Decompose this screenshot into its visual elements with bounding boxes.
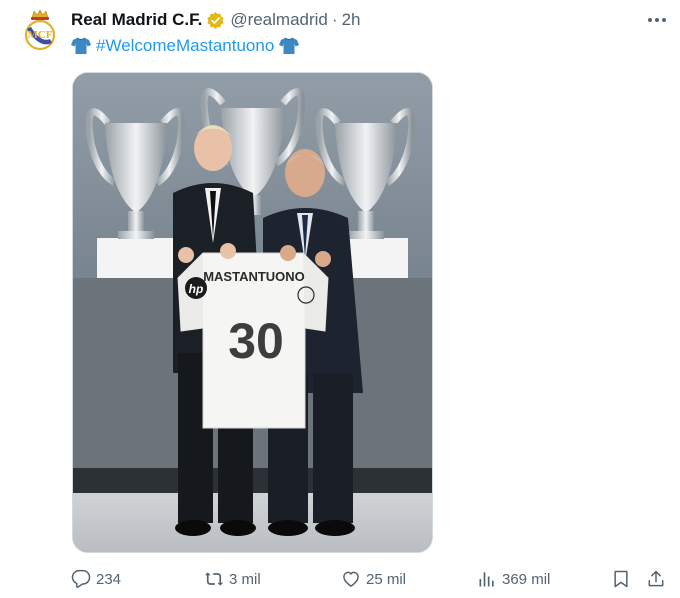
view-count: 369 mil [502,570,551,588]
analytics-icon [479,572,494,587]
tshirt-emoji-icon [71,37,91,55]
heart-icon [343,571,359,587]
tweet-text: #WelcomeMastantuono [71,35,300,57]
handle[interactable]: @realmadrid [230,10,328,30]
photo-illustration: MASTANTUONO hp 30 [73,73,432,552]
tweet-actions: 234 3 mil 25 mil 369 mil [0,566,680,592]
tweet: MCF Real Madrid C.F. @realmadrid · 2h #W… [0,0,680,598]
bookmark-button[interactable] [611,566,631,592]
repost-button[interactable]: 3 mil [204,566,261,592]
like-count: 25 mil [366,570,407,588]
display-name[interactable]: Real Madrid C.F. [71,10,202,30]
share-button[interactable] [646,566,666,592]
views-button[interactable]: 369 mil [477,566,550,592]
avatar[interactable]: MCF [20,8,60,52]
like-button[interactable]: 25 mil [341,566,406,592]
separator-dot: · [331,10,338,29]
sponsor-logo: hp [189,282,204,296]
tweet-photo[interactable]: MASTANTUONO hp 30 [72,72,433,553]
svg-text:MCF: MCF [27,29,52,41]
reply-button[interactable]: 234 [71,566,121,592]
real-madrid-crest-icon: MCF [24,9,56,51]
repost-icon [204,572,224,586]
more-dot [648,18,652,22]
more-dot [662,18,666,22]
more-options-icon[interactable] [644,9,670,31]
reply-count: 234 [96,570,122,588]
verified-badge-icon[interactable] [206,11,225,30]
tweet-header: Real Madrid C.F. @realmadrid · 2h [71,9,360,31]
bookmark-icon [614,570,628,588]
timestamp[interactable]: 2h [342,10,361,30]
share-icon [648,570,664,587]
tshirt-emoji-icon [279,37,300,55]
repost-count: 3 mil [229,570,261,588]
jersey-name: MASTANTUONO [203,269,305,284]
reply-icon [71,569,91,588]
hashtag-link[interactable]: #WelcomeMastantuono [96,36,274,56]
jersey-number: 30 [228,313,284,369]
more-dot [655,18,659,22]
